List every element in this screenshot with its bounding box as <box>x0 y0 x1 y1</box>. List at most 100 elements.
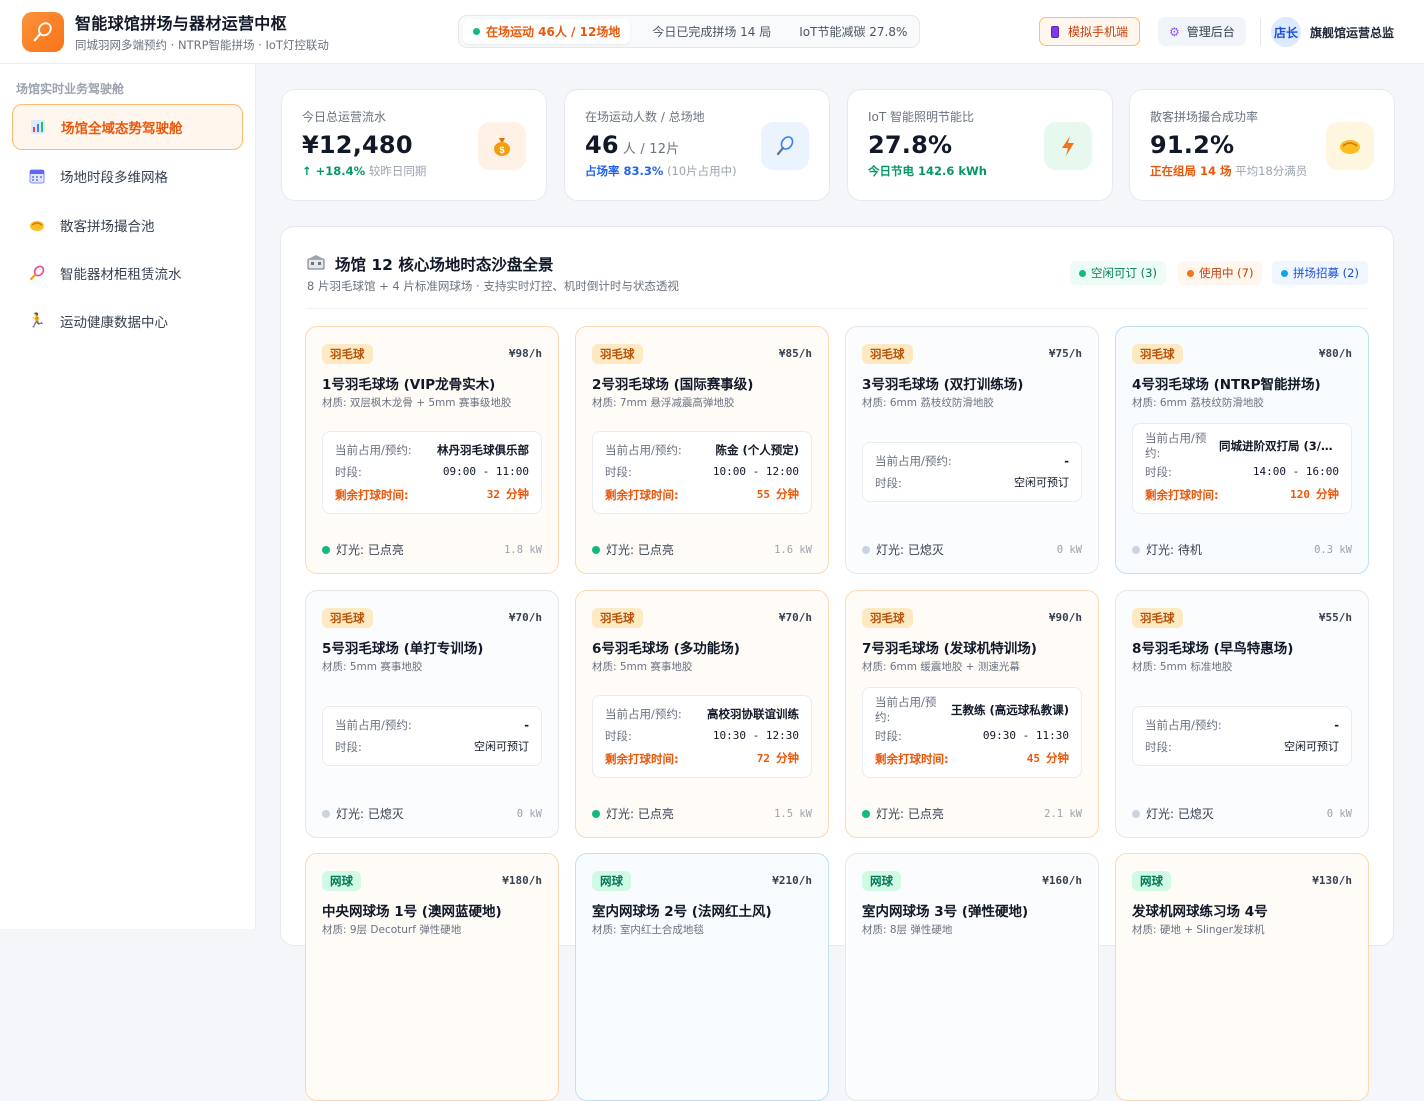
time-value: 10:30 - 12:30 <box>712 729 799 742</box>
kpi-card-occupancy[interactable]: 在场运动人数 / 总场地 46 人 / 12片 占场率 83.3% (10片占用中… <box>564 89 830 201</box>
court-material: 材质: 硬地 + Slinger发球机 <box>1132 924 1265 936</box>
power-value: 0 kW <box>516 807 542 820</box>
court-card[interactable]: 羽毛球 ¥70/h 5号羽毛球场 (单打专训场) 材质: 5mm 赛事地胶 当前占用/预… <box>305 590 559 838</box>
sidebar-item-equipment[interactable]: 智能器材柜租赁流水 <box>12 250 243 296</box>
court-card[interactable]: 网球 ¥180/h 中央网球场 1号 (澳网蓝硬地) 材质: 9层 Decoturf … <box>305 853 559 1101</box>
light-status[interactable]: 灯光: 已点亮 1.6 kW <box>592 541 812 558</box>
panel-title: 场馆 12 核心场地时态沙盘全景 <box>307 253 553 275</box>
court-price: ¥210/h <box>772 874 812 887</box>
light-dot-icon <box>862 809 870 818</box>
light-status[interactable]: 灯光: 已熄灭 0 kW <box>862 541 1082 558</box>
court-name: 室内网球场 3号 (弹性硬地) <box>862 904 1029 920</box>
stat-matches-done[interactable]: 今日已完成拼场 14 局 <box>642 19 781 44</box>
legend-dot-icon <box>1281 269 1288 277</box>
light-status[interactable]: 灯光: 已点亮 1.5 kW <box>592 805 812 822</box>
kpi-card-iot[interactable]: IoT 智能照明节能比 27.8% 今日节电 142.6 kWh <box>847 89 1113 201</box>
remaining-label: 剩余打球时间: <box>1145 487 1219 502</box>
light-dot-icon <box>322 809 330 818</box>
sport-tag: 羽毛球 <box>592 344 643 364</box>
stat-live-players[interactable]: 在场运动 46人 / 12场地 <box>463 19 631 44</box>
user-name[interactable]: 旗舰馆运营总监 <box>1310 24 1394 41</box>
legend-free[interactable]: 空闲可订 (3) <box>1070 261 1166 285</box>
court-name: 7号羽毛球场 (发球机特训场) <box>862 641 1037 657</box>
light-status[interactable]: 灯光: 已点亮 1.8 kW <box>322 541 542 558</box>
legend-recruit[interactable]: 拼场招募 (2) <box>1272 261 1368 285</box>
sidebar-item-health[interactable]: 🏃 运动健康数据中心 <box>12 298 243 344</box>
court-price: ¥90/h <box>1048 611 1082 624</box>
light-status[interactable]: 灯光: 待机 0.3 kW <box>1132 541 1352 558</box>
light-dot-icon <box>862 545 870 554</box>
stat-iot-saving[interactable]: IoT节能减碳 27.8% <box>789 19 917 44</box>
time-value: 空闲可预订 <box>1284 740 1339 753</box>
occupancy-label: 当前占用/预约: <box>875 454 952 468</box>
light-dot-icon <box>592 809 600 818</box>
live-stat-bar: 在场运动 46人 / 12场地 今日已完成拼场 14 局 IoT节能减碳 27.… <box>458 15 920 48</box>
occupancy-label: 当前占用/预约: <box>1145 718 1222 732</box>
sport-tag: 网球 <box>1132 871 1171 891</box>
remaining-label: 剩余打球时间: <box>335 487 409 502</box>
court-card[interactable]: 羽毛球 ¥85/h 2号羽毛球场 (国际赛事级) 材质: 7mm 悬浮减震高弹地胶 当前… <box>575 326 829 574</box>
court-card[interactable]: 网球 ¥210/h 室内网球场 2号 (法网红土风) 材质: 室内红土合成地毯 <box>575 853 829 1101</box>
kpi-card-revenue[interactable]: 今日总运营流水 ¥12,480 ↑ +18.4% 较昨日同期 $ <box>281 89 547 201</box>
phone-icon <box>1051 25 1059 38</box>
occupancy-value: 同城进阶双打局 (3/4人) <box>1219 439 1339 453</box>
court-card[interactable]: 羽毛球 ¥80/h 4号羽毛球场 (NTRP智能拼场) 材质: 6mm 荔枝纹防滑地胶… <box>1115 326 1369 574</box>
sport-tag: 羽毛球 <box>1132 608 1183 628</box>
header-divider <box>1260 18 1261 46</box>
light-status[interactable]: 灯光: 已熄灭 0 kW <box>1132 805 1352 822</box>
legend-dot-icon <box>1187 269 1194 277</box>
time-label: 时段: <box>335 465 362 479</box>
sport-tag: 网球 <box>592 871 631 891</box>
admin-button[interactable]: ⚙ 管理后台 <box>1158 17 1246 46</box>
court-material: 材质: 6mm 缓震地胶 + 测速光幕 <box>862 661 1020 673</box>
time-label: 时段: <box>1145 465 1172 479</box>
light-status[interactable]: 灯光: 已熄灭 0 kW <box>322 805 542 822</box>
court-card[interactable]: 羽毛球 ¥98/h 1号羽毛球场 (VIP龙骨实木) 材质: 双层枫木龙骨 + 5mm… <box>305 326 559 574</box>
court-card[interactable]: 网球 ¥130/h 发球机网球练习场 4号 材质: 硬地 + Slinger发球机 <box>1115 853 1369 1101</box>
occupancy-value: 高校羽协联谊训练 <box>707 707 799 721</box>
court-material: 材质: 8层 弹性硬地 <box>862 924 953 936</box>
time-value: 09:30 - 11:30 <box>982 729 1069 742</box>
sport-tag: 网球 <box>322 871 361 891</box>
time-value: 14:00 - 16:00 <box>1252 465 1339 478</box>
court-card[interactable]: 羽毛球 ¥75/h 3号羽毛球场 (双打训练场) 材质: 6mm 荔枝纹防滑地胶 当前占… <box>845 326 1099 574</box>
light-status[interactable]: 灯光: 已点亮 2.1 kW <box>862 805 1082 822</box>
light-dot-icon <box>592 545 600 554</box>
court-price: ¥80/h <box>1318 347 1352 360</box>
remaining-label: 剩余打球时间: <box>875 751 949 766</box>
occupancy-value: 王教练 (高远球私教课) <box>950 703 1069 717</box>
sport-tag: 羽毛球 <box>322 344 373 364</box>
court-price: ¥70/h <box>778 611 812 624</box>
sidebar-item-grid[interactable]: 场地时段多维网格 <box>12 153 243 199</box>
court-name: 8号羽毛球场 (早鸟特惠场) <box>1132 641 1294 657</box>
court-card[interactable]: 网球 ¥160/h 室内网球场 3号 (弹性硬地) 材质: 8层 弹性硬地 <box>845 853 1099 1101</box>
legend-busy[interactable]: 使用中 (7) <box>1178 261 1263 285</box>
court-name: 室内网球场 2号 (法网红土风) <box>592 904 772 920</box>
court-card[interactable]: 羽毛球 ¥70/h 6号羽毛球场 (多功能场) 材质: 5mm 赛事地胶 当前占用/预约… <box>575 590 829 838</box>
court-price: ¥160/h <box>1042 874 1082 887</box>
court-material: 材质: 6mm 荔枝纹防滑地胶 <box>862 397 994 409</box>
court-name: 5号羽毛球场 (单打专训场) <box>322 641 484 657</box>
simulate-mobile-button[interactable]: 模拟手机端 <box>1039 17 1141 46</box>
svg-text:$: $ <box>499 145 504 155</box>
sidebar-item-matchmaking[interactable]: 散客拼场撮合池 <box>12 202 243 248</box>
occupancy-box: 当前占用/预约: - 时段: 空闲可预订 <box>862 442 1082 502</box>
calendar-icon <box>28 167 46 185</box>
time-value: 空闲可预订 <box>474 740 529 753</box>
remaining-value: 72 分钟 <box>756 751 799 765</box>
sidebar-item-dashboard[interactable]: 场馆全域态势驾驶舱 <box>12 104 243 150</box>
time-value: 09:00 - 11:00 <box>442 465 529 478</box>
remaining-value: 55 分钟 <box>756 487 799 501</box>
court-card[interactable]: 羽毛球 ¥55/h 8号羽毛球场 (早鸟特惠场) 材质: 5mm 标准地胶 当前占用/预… <box>1115 590 1369 838</box>
panel-subtitle: 8 片羽毛球馆 + 4 片标准网球场 · 支持实时灯控、机时倒计时与状态透视 <box>307 279 679 293</box>
court-card[interactable]: 羽毛球 ¥90/h 7号羽毛球场 (发球机特训场) 材质: 6mm 缓震地胶 + 测速… <box>845 590 1099 838</box>
sport-tag: 羽毛球 <box>862 608 913 628</box>
light-dot-icon <box>322 545 330 554</box>
time-label: 时段: <box>605 729 632 743</box>
court-material: 材质: 9层 Decoturf 弹性硬地 <box>322 924 462 936</box>
avatar[interactable]: 店长 <box>1271 17 1301 47</box>
remaining-value: 120 分钟 <box>1290 487 1339 501</box>
kpi-card-matchmaking[interactable]: 散客拼场撮合成功率 91.2% 正在组局 14 场 平均18分满员 <box>1129 89 1395 201</box>
occupancy-box: 当前占用/预约: 高校羽协联谊训练 时段: 10:30 - 12:30 剩余打球时间: 7… <box>592 695 812 778</box>
time-label: 时段: <box>875 729 902 743</box>
